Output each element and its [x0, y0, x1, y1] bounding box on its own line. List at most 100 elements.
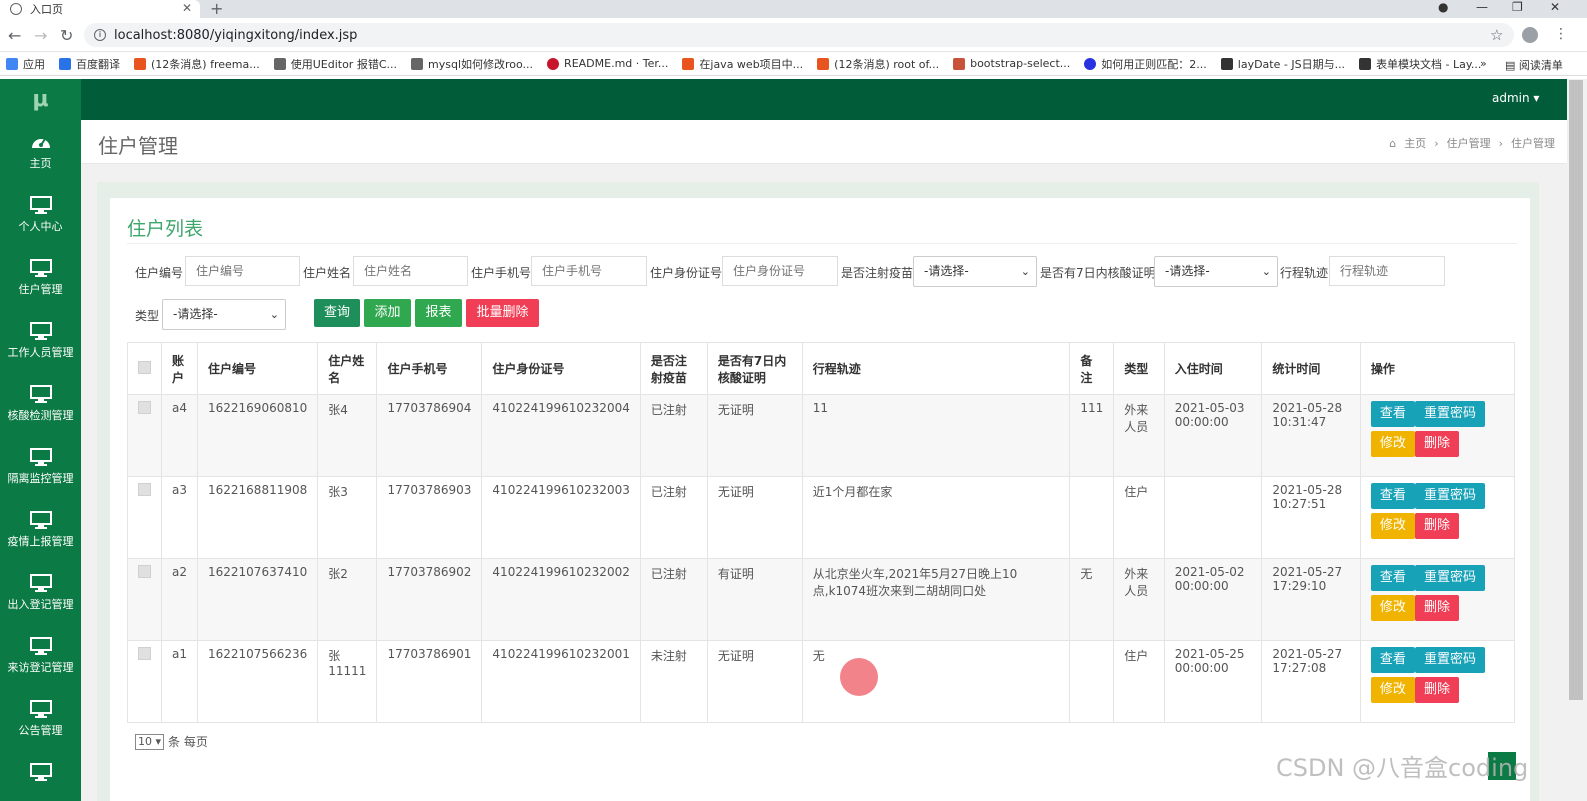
- bookmark-star-icon[interactable]: ☆: [1490, 26, 1503, 44]
- row-checkbox[interactable]: [138, 647, 151, 660]
- page-header: 住户管理 ⌂ 主页 › 住户管理 › 住户管理: [81, 120, 1567, 164]
- info-icon[interactable]: i: [94, 29, 106, 41]
- reset-password-button[interactable]: 重置密码: [1414, 565, 1485, 591]
- browser-tab[interactable]: 入口页 ✕: [0, 0, 200, 18]
- sidebar-item-profile[interactable]: 个人中心: [0, 188, 81, 248]
- page-size-select[interactable]: 10 ▾: [135, 733, 165, 750]
- sidebar-item-more[interactable]: [0, 755, 81, 801]
- page-icon: [411, 57, 423, 70]
- name-input[interactable]: [353, 256, 468, 286]
- track-input[interactable]: [1329, 256, 1445, 286]
- column-header[interactable]: 是否注射疫苗: [639, 342, 708, 395]
- edit-button[interactable]: 修改: [1370, 431, 1415, 457]
- back-icon[interactable]: ←: [8, 26, 21, 45]
- sidebar-item-home[interactable]: 主页: [0, 125, 81, 185]
- edit-button[interactable]: 修改: [1370, 513, 1415, 539]
- cell-idno: 410224199610232003: [481, 476, 641, 559]
- breadcrumb-residents[interactable]: 住户管理: [1447, 135, 1491, 151]
- close-window-button[interactable]: ✕: [1550, 0, 1560, 14]
- row-checkbox[interactable]: [138, 401, 151, 414]
- query-button[interactable]: 查询: [314, 299, 360, 327]
- sidebar-item-visitor-log[interactable]: 来访登记管理: [0, 629, 81, 689]
- bookmark-item[interactable]: 表单模块文档 - Lay...: [1359, 56, 1481, 72]
- phone-input[interactable]: [531, 256, 647, 286]
- row-select-cell[interactable]: [127, 476, 162, 559]
- column-header[interactable]: 住户姓名: [317, 342, 378, 395]
- reset-password-button[interactable]: 重置密码: [1414, 483, 1485, 509]
- select-all-cell[interactable]: [127, 342, 162, 395]
- sidebar-item-staff[interactable]: 工作人员管理: [0, 314, 81, 374]
- id-input[interactable]: [722, 256, 838, 286]
- column-header[interactable]: 入住时间: [1163, 342, 1263, 395]
- bookmark-item[interactable]: 百度翻译: [59, 56, 120, 72]
- reading-list[interactable]: ▤ 阅读清单: [1505, 57, 1563, 73]
- bookmark-apps[interactable]: 应用: [6, 56, 45, 72]
- new-tab-button[interactable]: +: [210, 0, 223, 18]
- bookmark-item[interactable]: mysql如何修改roo...: [411, 56, 533, 72]
- minimize-button[interactable]: —: [1476, 0, 1488, 14]
- profile-avatar[interactable]: [1522, 27, 1538, 43]
- column-header[interactable]: 类型: [1113, 342, 1165, 395]
- row-select-cell[interactable]: [127, 558, 162, 641]
- user-menu[interactable]: admin ▾: [1492, 91, 1539, 105]
- delete-button[interactable]: 删除: [1414, 513, 1459, 539]
- delete-button[interactable]: 删除: [1414, 677, 1459, 703]
- restore-button[interactable]: ❐: [1512, 0, 1523, 14]
- row-select-cell[interactable]: [127, 394, 162, 477]
- column-header[interactable]: 账户: [161, 342, 198, 395]
- column-header[interactable]: 住户身份证号: [481, 342, 641, 395]
- edit-button[interactable]: 修改: [1370, 595, 1415, 621]
- reload-icon[interactable]: ↻: [60, 26, 73, 45]
- bookmark-item[interactable]: 使用UEditor 报错C...: [273, 56, 397, 72]
- column-header[interactable]: 统计时间: [1261, 342, 1361, 395]
- url-input[interactable]: i localhost:8080/yiqingxitong/index.jsp: [84, 23, 1514, 47]
- test-select[interactable]: -请选择- ⌄: [1154, 256, 1278, 287]
- page-scrollbar-thumb[interactable]: [1569, 80, 1583, 700]
- bookmarks-overflow[interactable]: »: [1480, 57, 1487, 70]
- bookmark-item[interactable]: bootstrap-select...: [953, 57, 1070, 70]
- column-header[interactable]: 是否有7日内核酸证明: [706, 342, 803, 395]
- sidebar-item-nucleic-test[interactable]: 核酸检测管理: [0, 377, 81, 437]
- close-tab-icon[interactable]: ✕: [182, 1, 192, 15]
- reset-password-button[interactable]: 重置密码: [1414, 401, 1485, 427]
- view-button[interactable]: 查看: [1370, 401, 1415, 427]
- row-checkbox[interactable]: [138, 483, 151, 496]
- select-all-checkbox[interactable]: [138, 360, 151, 374]
- delete-button[interactable]: 删除: [1414, 595, 1459, 621]
- delete-button[interactable]: 删除: [1414, 431, 1459, 457]
- report-button[interactable]: 报表: [415, 299, 462, 327]
- sidebar-item-isolation[interactable]: 隔离监控管理: [0, 440, 81, 500]
- column-header[interactable]: 住户编号: [196, 342, 319, 395]
- row-checkbox[interactable]: [138, 565, 151, 578]
- column-header[interactable]: 备注: [1069, 342, 1115, 395]
- sidebar-item-epidemic-report[interactable]: 疫情上报管理: [0, 503, 81, 563]
- media-icon[interactable]: ●: [1438, 0, 1448, 14]
- bookmark-item[interactable]: 如何用正则匹配：2...: [1084, 56, 1207, 72]
- vaccine-select[interactable]: -请选择- ⌄: [913, 256, 1037, 287]
- view-button[interactable]: 查看: [1370, 483, 1415, 509]
- add-button[interactable]: 添加: [364, 299, 411, 327]
- reset-password-button[interactable]: 重置密码: [1414, 647, 1485, 673]
- breadcrumb-home[interactable]: 主页: [1404, 135, 1426, 151]
- view-button[interactable]: 查看: [1370, 565, 1415, 591]
- sidebar-item-residents[interactable]: 住户管理: [0, 251, 81, 311]
- row-select-cell[interactable]: [127, 640, 162, 723]
- browser-menu-icon[interactable]: ⋮: [1554, 26, 1568, 42]
- column-header[interactable]: 行程轨迹: [801, 342, 1071, 395]
- bookmark-item[interactable]: 在java web项目中...: [682, 56, 803, 72]
- forward-icon[interactable]: →: [34, 26, 47, 45]
- bookmark-item[interactable]: layDate - JS日期与...: [1220, 56, 1345, 72]
- app-logo[interactable]: μ: [0, 79, 81, 120]
- monitor-icon: [29, 700, 52, 718]
- bookmark-item[interactable]: README.md · Ter...: [547, 57, 668, 70]
- bookmark-item[interactable]: (12条消息) root of...: [817, 56, 939, 72]
- edit-button[interactable]: 修改: [1370, 677, 1415, 703]
- sidebar-item-access-log[interactable]: 出入登记管理: [0, 566, 81, 626]
- batch-delete-button[interactable]: 批量删除: [466, 299, 539, 327]
- bookmark-item[interactable]: (12条消息) freema...: [134, 56, 260, 72]
- view-button[interactable]: 查看: [1370, 647, 1415, 673]
- type-select[interactable]: -请选择- ⌄: [162, 299, 286, 330]
- sidebar-item-notice[interactable]: 公告管理: [0, 692, 81, 752]
- column-header[interactable]: 住户手机号: [376, 342, 483, 395]
- code-input[interactable]: [185, 256, 300, 286]
